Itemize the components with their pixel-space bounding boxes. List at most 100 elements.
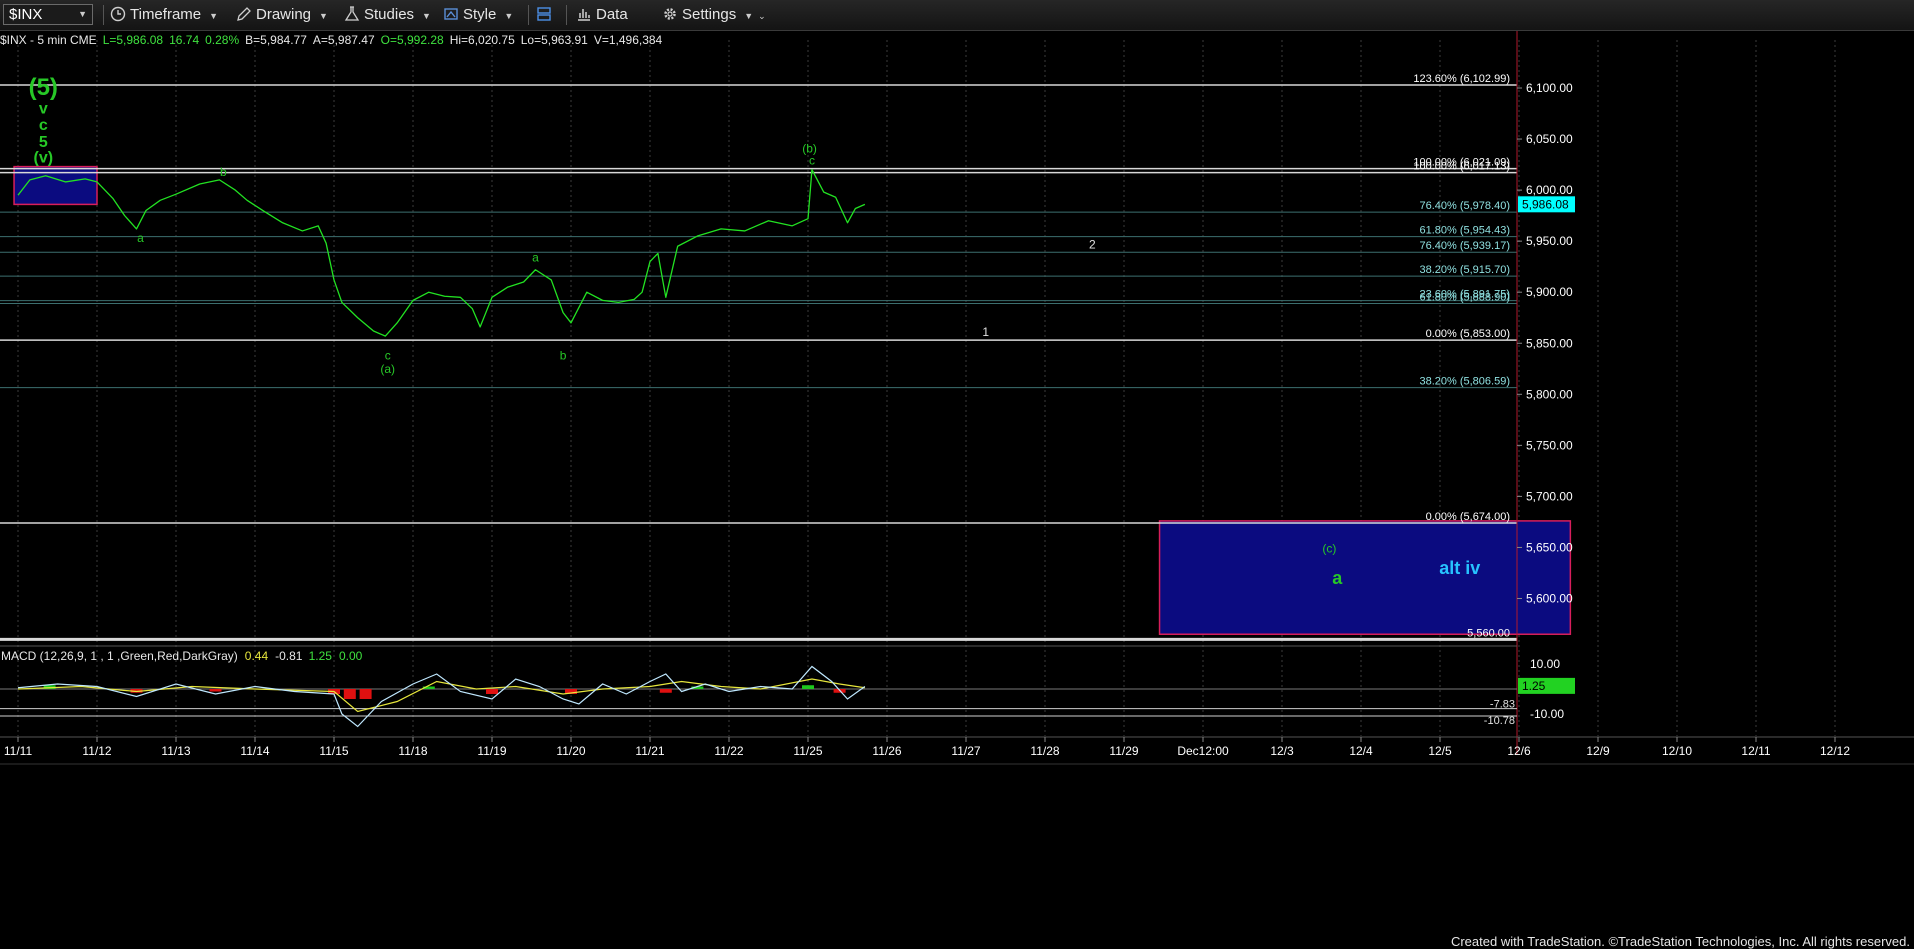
date-axis-label: 11/29 <box>1109 744 1138 758</box>
wave-label: b <box>560 349 567 363</box>
macd-histogram-bar <box>343 689 356 699</box>
wave-label: c <box>385 349 391 363</box>
macd-level-label: -10.78 <box>1484 715 1515 727</box>
wave-label: 2 <box>1089 237 1096 251</box>
wave-label: c <box>39 117 48 134</box>
date-axis-label: Dec12:00 <box>1177 744 1229 758</box>
date-axis-label: 11/19 <box>477 744 506 758</box>
date-axis-label: 12/12 <box>1820 744 1850 758</box>
macd-legend: MACD (12,26,9, 1 , 1 ,Green,Red,DarkGray… <box>1 649 363 663</box>
chart-toolbar: $INX ▼ Timeframe ▼ Drawing ▼ Studies ▼ Styl… <box>0 0 1914 31</box>
macd-line <box>17 665 866 728</box>
layout-icon <box>537 7 551 21</box>
price-axis-label: 5,650.00 <box>1526 540 1573 554</box>
high-price: Hi=6,020.75 <box>449 33 515 47</box>
macd-signal-line <box>17 678 865 713</box>
date-axis-label: 12/4 <box>1349 744 1373 758</box>
price-chart[interactable]: 123.60% (6,102.99)100.00% (6,021.09)100.… <box>0 0 1914 949</box>
price-axis-label: 6,000.00 <box>1526 183 1573 197</box>
fib-label: 76.40% (5,939.17) <box>1419 240 1510 252</box>
price-axis-label: 5,950.00 <box>1526 234 1573 248</box>
target-box <box>1158 520 1572 635</box>
flask-icon <box>344 6 360 21</box>
wave-label: (c) <box>1322 542 1336 556</box>
macd-legend-part: 0.44 <box>245 649 269 663</box>
ask-price: A=5,987.47 <box>312 33 375 47</box>
drawing-label: Drawing <box>256 6 312 23</box>
chevron-down-icon: ▼ <box>744 11 754 21</box>
wave-label: v <box>39 101 48 118</box>
date-axis-label: 11/11 <box>4 744 33 758</box>
style-button[interactable]: Style ▼ <box>443 4 513 26</box>
symbol-text: $INX <box>9 6 43 23</box>
data-label: Data <box>596 6 628 23</box>
symbol-input[interactable]: $INX ▼ <box>3 4 93 25</box>
date-axis-label: 11/21 <box>635 744 664 758</box>
wave-label: (v) <box>33 150 53 167</box>
timeframe-button[interactable]: Timeframe ▼ <box>110 4 218 26</box>
date-axis-label: 12/5 <box>1428 744 1452 758</box>
wave-label: (5) <box>29 74 58 101</box>
price-axis-label: 5,700.00 <box>1526 489 1573 503</box>
style-icon <box>444 8 458 20</box>
wave-label: (a) <box>380 362 395 376</box>
studies-button[interactable]: Studies ▼ <box>344 4 431 26</box>
pencil-icon <box>237 7 251 21</box>
open-price: O=5,992.28 <box>380 33 444 47</box>
wave-label: c <box>809 154 815 168</box>
fib-label: 61.80% (5,888.90) <box>1419 292 1510 304</box>
chevron-down-icon: ▼ <box>504 11 514 21</box>
date-axis-label: 11/13 <box>161 744 190 758</box>
wave-label: 1 <box>982 325 989 339</box>
price-axis-label: 6,100.00 <box>1526 81 1573 95</box>
overflow-icon: ⌄ <box>758 11 766 21</box>
price-axis-label: 5,900.00 <box>1526 285 1573 299</box>
date-axis-label: 12/9 <box>1586 744 1610 758</box>
date-axis-label: 12/10 <box>1662 744 1692 758</box>
price-axis-label: 5,600.00 <box>1526 592 1573 606</box>
chevron-down-icon: ▼ <box>209 11 219 21</box>
symbol-name: $INX - 5 min CME <box>0 33 97 47</box>
date-axis-label: 12/11 <box>1741 744 1770 758</box>
macd-legend-part: -0.81 <box>275 649 303 663</box>
gear-icon <box>664 8 676 20</box>
chevron-down-icon: ▼ <box>319 11 328 21</box>
date-axis-label: 11/14 <box>240 744 269 758</box>
toolbar-divider <box>528 5 529 25</box>
fib-label: 61.80% (5,954.43) <box>1419 225 1510 237</box>
macd-axis-label: 10.00 <box>1530 657 1560 671</box>
macd-histogram-bar <box>359 689 372 699</box>
fib-label: 0.00% (5,853.00) <box>1426 328 1510 340</box>
layout-button[interactable] <box>536 4 556 26</box>
date-axis-label: 11/27 <box>951 744 980 758</box>
macd-histogram-bar <box>802 685 814 689</box>
macd-histogram-bar <box>209 689 222 692</box>
last-price-label: 5,986.08 <box>1522 197 1569 211</box>
macd-legend-part: 0.00 <box>339 649 363 663</box>
drawing-button[interactable]: Drawing ▼ <box>236 4 328 26</box>
price-axis-label: 5,800.00 <box>1526 387 1573 401</box>
price-axis-label: 6,050.00 <box>1526 132 1573 146</box>
fib-label: 0.00% (5,674.00) <box>1426 511 1510 523</box>
net-change: 16.74 <box>169 33 200 47</box>
wave-label: alt iv <box>1439 558 1480 578</box>
data-button[interactable]: Data <box>576 4 628 26</box>
date-axis-label: 11/22 <box>714 744 743 758</box>
settings-label: Settings <box>682 6 737 23</box>
toolbar-divider <box>566 5 567 25</box>
chevron-down-icon[interactable]: ▼ <box>78 5 87 24</box>
volume: V=1,496,384 <box>593 33 663 47</box>
macd-level-label: -7.83 <box>1490 699 1515 711</box>
last-price: L=5,986.08 <box>102 33 164 47</box>
toolbar-divider <box>103 5 104 25</box>
date-axis-label: 11/20 <box>556 744 585 758</box>
fib-label: 5,560.00 <box>1467 627 1510 639</box>
settings-button[interactable]: Settings ▼ ⌄ <box>662 4 766 26</box>
style-label: Style <box>463 6 497 23</box>
date-axis-label: 11/25 <box>793 744 822 758</box>
macd-histogram-bar <box>486 689 498 694</box>
date-axis-label: 11/12 <box>82 744 111 758</box>
fib-label: 38.20% (5,806.59) <box>1419 376 1510 388</box>
fib-label: 76.40% (5,978.40) <box>1419 200 1510 212</box>
fib-label: 123.60% (6,102.99) <box>1413 73 1510 85</box>
